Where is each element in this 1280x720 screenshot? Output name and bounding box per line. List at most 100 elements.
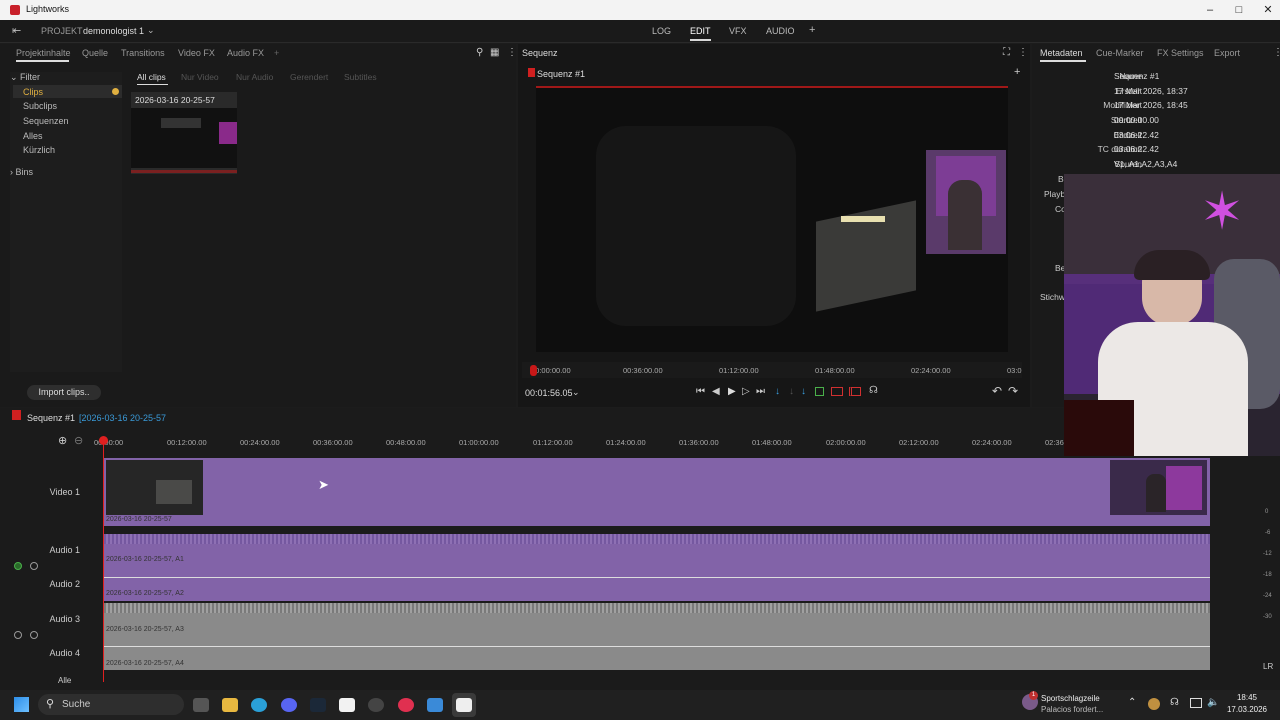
chevron-down-icon[interactable]: ⌄	[147, 25, 155, 36]
viewer-options-icon[interactable]: ⋮	[1018, 47, 1028, 58]
maximize-button[interactable]: □	[1225, 2, 1253, 18]
clock-date[interactable]: 17.03.2026	[1223, 705, 1271, 714]
step-forward-icon[interactable]: ▷	[742, 386, 750, 397]
app-diamond-icon[interactable]	[427, 698, 443, 712]
app-icon[interactable]	[339, 698, 355, 712]
meta-row-modifiziert: Modifiziert 17 Mar 2026, 18:45	[1036, 100, 1276, 114]
audio-solo-toggle[interactable]	[30, 631, 38, 639]
taskbar-search[interactable]: ⚲ Suche	[38, 694, 184, 715]
clips-indicator-icon	[112, 88, 119, 95]
microphone-icon[interactable]: ☊	[869, 385, 878, 396]
add-mode-button[interactable]: +	[809, 24, 815, 36]
audio-enable-toggle[interactable]	[14, 562, 22, 570]
replace-icon[interactable]	[849, 387, 861, 396]
playhead-handle[interactable]	[99, 436, 108, 445]
file-explorer-icon[interactable]	[222, 698, 238, 712]
clip-tile[interactable]: 2026-03-16 20-25-57	[131, 92, 237, 174]
network-icon[interactable]	[1190, 698, 1202, 708]
tab-metadaten[interactable]: Metadaten	[1040, 48, 1083, 58]
audio-clip-a3-a4[interactable]	[104, 603, 1210, 670]
mode-log[interactable]: LOG	[652, 26, 671, 36]
redo-icon[interactable]: ↷	[1008, 384, 1018, 398]
timeline-tick: 02:24:00.00	[972, 438, 1012, 447]
sequence-flag-icon	[12, 410, 21, 420]
overwrite-icon[interactable]	[831, 387, 843, 396]
meta-options-icon[interactable]: ⋮	[1273, 47, 1280, 58]
subtab-nur-audio[interactable]: Nur Audio	[236, 72, 273, 82]
clock-time[interactable]: 18:45	[1227, 693, 1267, 702]
exit-project-icon[interactable]: ⇤	[12, 24, 21, 37]
goto-start-icon[interactable]: ⏮	[696, 386, 705, 397]
step-back-icon[interactable]: ◀	[712, 386, 720, 397]
viewer-ruler[interactable]: 00:00:00.00 00:36:00.00 01:12:00.00 01:4…	[522, 362, 1022, 378]
playhead-marker[interactable]	[530, 365, 537, 376]
more-options-icon[interactable]: ⋮	[507, 47, 517, 58]
chevron-down-icon[interactable]: ⌄	[572, 387, 580, 398]
audio-enable-toggle[interactable]	[14, 631, 22, 639]
audio-clip-a1-a2[interactable]	[104, 534, 1210, 601]
mode-edit[interactable]: EDIT	[690, 26, 711, 41]
viewer-timecode[interactable]: 00:01:56.05	[525, 388, 573, 398]
undo-icon[interactable]: ↶	[992, 384, 1002, 398]
tree-item-alles[interactable]: Alles	[23, 131, 135, 141]
discord-icon[interactable]	[281, 698, 297, 712]
news-subtitle[interactable]: Palacios fordert...	[1041, 705, 1103, 714]
video-frame[interactable]	[536, 86, 1008, 352]
app-pin-icon[interactable]	[398, 698, 414, 712]
tab-video-fx[interactable]: Video FX	[178, 48, 215, 58]
track-label-video-1: Video 1	[49, 487, 80, 497]
mark-in-icon[interactable]: ↓	[775, 386, 780, 397]
tab-fx-settings[interactable]: FX Settings	[1157, 48, 1204, 58]
obs-icon[interactable]	[368, 698, 384, 712]
edge-browser-icon[interactable]	[251, 698, 267, 712]
search-icon[interactable]: ⚲	[476, 47, 483, 58]
steam-icon[interactable]	[310, 698, 326, 712]
fullscreen-icon[interactable]: ⛶	[1003, 47, 1010, 58]
volume-icon[interactable]: 🔈	[1207, 697, 1219, 708]
play-icon[interactable]: ▶	[728, 386, 736, 397]
tray-app-icon[interactable]	[1148, 698, 1160, 710]
chevron-up-icon[interactable]: ⌃	[1128, 697, 1136, 708]
tab-export[interactable]: Export	[1214, 48, 1240, 58]
goto-end-icon[interactable]: ⏭	[756, 386, 765, 397]
webcam-person	[948, 180, 982, 250]
audio-solo-toggle[interactable]	[30, 562, 38, 570]
mark-clear-icon[interactable]: ↓	[789, 386, 794, 397]
import-clips-button[interactable]: Import clips..	[27, 385, 101, 400]
tab-audio-fx[interactable]: Audio FX	[227, 48, 264, 58]
title-bar: Lightworks – □ ✕	[0, 0, 1280, 20]
microphone-icon[interactable]: ☊	[1170, 697, 1179, 708]
subtab-subtitles[interactable]: Subtitles	[344, 72, 377, 82]
mark-out-icon[interactable]: ↓	[801, 386, 806, 397]
add-viewer-icon[interactable]: +	[1014, 66, 1020, 78]
bins-header[interactable]: › Bins	[10, 167, 122, 177]
mode-vfx[interactable]: VFX	[729, 26, 747, 36]
add-tab-button[interactable]: +	[274, 48, 279, 58]
subtab-nur-video[interactable]: Nur Video	[181, 72, 219, 82]
insert-icon[interactable]	[815, 387, 824, 396]
mode-audio[interactable]: AUDIO	[766, 26, 795, 36]
tree-item-kuerzlich[interactable]: Kürzlich	[23, 145, 135, 155]
project-name[interactable]: demonologist 1	[83, 26, 144, 36]
news-title[interactable]: Sportschlagzeile	[1041, 694, 1100, 703]
tree-item-sequenzen[interactable]: Sequenzen	[23, 116, 135, 126]
lightworks-taskbar-icon[interactable]	[456, 698, 472, 712]
tab-cue-marker[interactable]: Cue-Marker	[1096, 48, 1144, 58]
close-button[interactable]: ✕	[1254, 2, 1280, 18]
tab-projektinhalte[interactable]: Projektinhalte	[16, 48, 71, 58]
zoom-in-icon[interactable]: ⊕	[58, 434, 67, 447]
video-clip[interactable]	[104, 458, 1210, 526]
tab-quelle[interactable]: Quelle	[82, 48, 108, 58]
timeline-playhead[interactable]	[103, 438, 104, 682]
tab-transitions[interactable]: Transitions	[121, 48, 165, 58]
all-tracks-label[interactable]: Alle	[58, 676, 71, 685]
subtab-all-clips[interactable]: All clips	[137, 72, 166, 82]
task-view-icon[interactable]	[193, 698, 209, 712]
tree-item-subclips[interactable]: Subclips	[23, 101, 135, 111]
zoom-out-icon[interactable]: ⊖	[74, 434, 83, 447]
subtab-gerendert[interactable]: Gerendert	[290, 72, 328, 82]
filter-header[interactable]: ⌄ Filter	[10, 72, 122, 83]
minimize-button[interactable]: –	[1196, 2, 1224, 18]
grid-view-icon[interactable]: ▦	[490, 47, 499, 58]
windows-start-icon[interactable]	[14, 697, 29, 712]
